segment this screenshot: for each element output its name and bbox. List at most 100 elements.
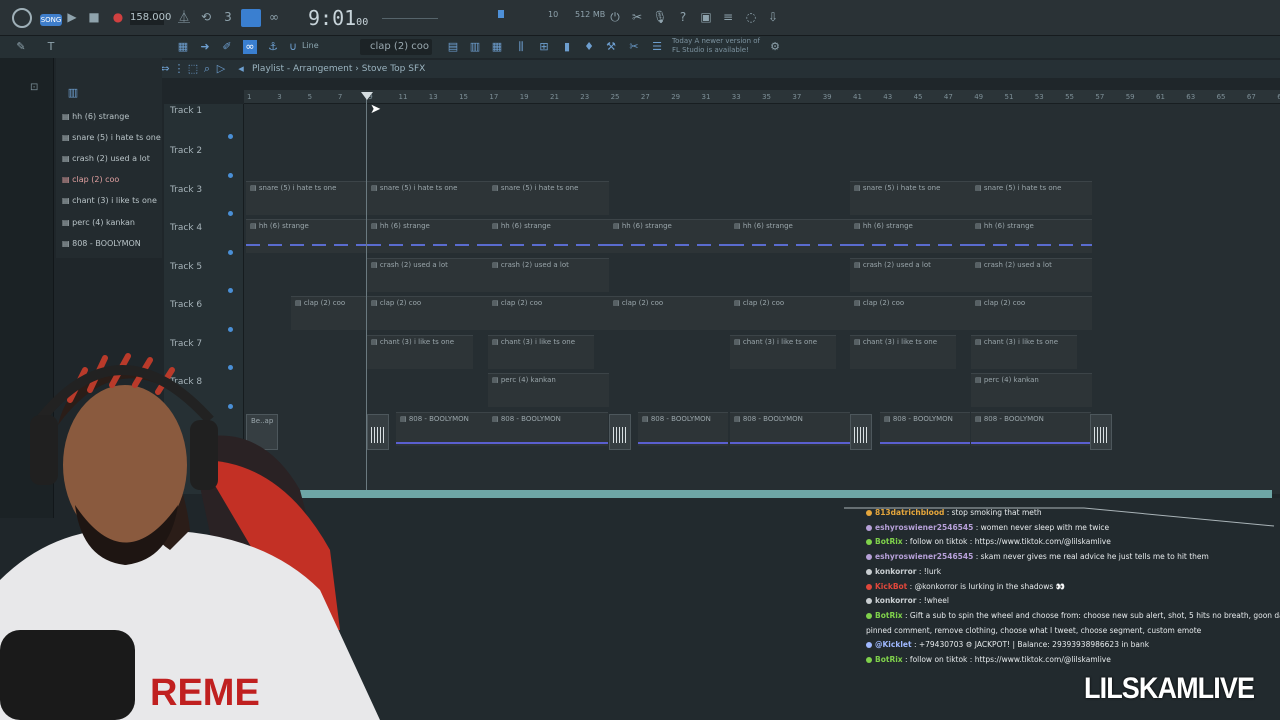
help-icon[interactable]: ?: [675, 9, 691, 25]
fl-logo-icon[interactable]: [12, 8, 32, 28]
track-name[interactable]: Track 2: [170, 146, 202, 156]
pattern-clip[interactable]: ▤ snare (5) i hate ts one: [850, 180, 971, 215]
timeline-ruler[interactable]: 1 3 5 7 9 11 13 15 17 19 21 23 25 27 29 31 33 35 37 39 41 43 4…: [244, 90, 1280, 104]
pattern-clip[interactable]: ▤ clap (2) coo: [850, 296, 971, 330]
pattern-clip[interactable]: ▤ clap (2) coo: [488, 296, 609, 330]
track-name[interactable]: Track 6: [170, 300, 202, 310]
track-mute-indicator[interactable]: [228, 288, 233, 293]
track-mute-indicator[interactable]: [228, 172, 233, 178]
track-mute-indicator[interactable]: [228, 249, 233, 255]
pattern-clip[interactable]: ▤ crash (2) used a lot: [971, 257, 1092, 292]
pattern-clip[interactable]: ▤ snare (5) i hate ts one: [246, 180, 367, 215]
audio-clip[interactable]: [850, 414, 872, 450]
pattern-clip[interactable]: ▤ clap (2) coo: [971, 296, 1092, 330]
pattern-clip[interactable]: ▤ 808 - BOOLYMON: [396, 411, 488, 446]
pattern-clip[interactable]: ▤ hh (6) strange: [488, 219, 609, 253]
step-edit-icon[interactable]: 3: [220, 9, 236, 25]
menu-icon[interactable]: ☰: [650, 40, 664, 54]
playlist-icon[interactable]: ▤: [446, 40, 460, 54]
pattern-clip[interactable]: ▤ perc (4) kankan: [971, 373, 1092, 407]
track-name[interactable]: Track 4: [170, 223, 202, 233]
update-notice[interactable]: Today A newer version of FL Studio is ava…: [672, 37, 760, 55]
save-icon[interactable]: ▣: [698, 9, 714, 25]
track-name[interactable]: Track 5: [170, 262, 202, 272]
record-icon[interactable]: ●: [110, 9, 126, 25]
picker-item[interactable]: ▤ hh (6) strange: [62, 112, 158, 121]
cut-icon[interactable]: ✂: [629, 9, 645, 25]
picker-item[interactable]: ▤ 808 - BOOLYMON: [62, 239, 158, 248]
playback-tool-icon[interactable]: ▷: [214, 62, 228, 76]
track-name[interactable]: Track 1: [170, 106, 202, 116]
snap-label[interactable]: Line: [302, 41, 319, 50]
stamp-icon[interactable]: ⚓: [266, 40, 280, 54]
pattern-clip[interactable]: ▤ clap (2) coo: [609, 296, 730, 330]
browser-options-icon[interactable]: ⊡: [30, 82, 38, 93]
power-icon[interactable]: ⏻: [607, 9, 623, 25]
pattern-clip[interactable]: ▤ hh (6) strange: [609, 219, 730, 253]
picker-item-selected[interactable]: ▤ clap (2) coo: [62, 175, 158, 184]
play-icon[interactable]: ▶: [64, 9, 80, 25]
microphone-icon[interactable]: 🎙: [652, 9, 668, 25]
pattern-clip[interactable]: ▤ hh (6) strange: [730, 219, 851, 253]
pattern-clip[interactable]: ▤ 808 - BOOLYMON: [971, 411, 1091, 446]
pen-icon[interactable]: ✎: [14, 40, 28, 54]
pattern-clip[interactable]: ▤ 808 - BOOLYMON: [488, 411, 608, 446]
pattern-clip[interactable]: ▤ snare (5) i hate ts one: [971, 180, 1092, 215]
pattern-clip[interactable]: ▤ 808 - BOOLYMON: [730, 411, 850, 446]
magnet-icon[interactable]: ∪: [286, 40, 300, 54]
select-tool-icon[interactable]: ⬚: [186, 62, 200, 76]
pattern-clip[interactable]: ▤ clap (2) coo: [291, 296, 367, 330]
automation-clip-bar[interactable]: [300, 490, 1272, 498]
stop-icon[interactable]: ■: [86, 9, 102, 25]
mixer-faders-icon[interactable]: ⫼: [514, 40, 528, 54]
pattern-clip[interactable]: ▤ hh (6) strange: [971, 219, 1092, 253]
pattern-selector[interactable]: clap (2) coo: [360, 39, 432, 55]
audio-clip[interactable]: [609, 414, 631, 450]
picker-item[interactable]: ▤ snare (5) i hate ts one: [62, 133, 161, 142]
track-name[interactable]: Track 3: [170, 185, 202, 195]
pattern-clip[interactable]: ▤ chant (3) i like ts one: [488, 334, 594, 369]
mixer-icon[interactable]: ≡: [720, 9, 736, 25]
playhead-marker[interactable]: [361, 92, 373, 100]
link-icon[interactable]: ∞: [243, 40, 257, 54]
channel-rack-icon[interactable]: ▦: [490, 40, 504, 54]
master-volume-slider[interactable]: [382, 18, 438, 19]
pattern-clip[interactable]: ▤ snare (5) i hate ts one: [367, 180, 488, 215]
settings-icon[interactable]: ⚙: [768, 40, 782, 54]
track-mute-indicator[interactable]: [228, 134, 233, 139]
zoom-tool-icon[interactable]: ⌕: [200, 62, 214, 76]
download-icon[interactable]: ⇩: [765, 9, 781, 25]
pattern-clip[interactable]: ▤ hh (6) strange: [246, 219, 367, 253]
track-mute-indicator[interactable]: [228, 211, 233, 216]
typing-keyboard-toggle[interactable]: [241, 9, 261, 27]
draw-icon[interactable]: ✐: [220, 40, 234, 54]
pattern-clip[interactable]: ▤ chant (3) i like ts one: [850, 334, 956, 369]
pattern-clip[interactable]: ▤ hh (6) strange: [367, 219, 488, 253]
audio-clip[interactable]: [1090, 414, 1112, 450]
picker-item[interactable]: ▤ crash (2) used a lot: [62, 154, 158, 163]
pattern-clip[interactable]: ▤ snare (5) i hate ts one: [488, 180, 609, 215]
metronome-icon[interactable]: ⏅: [176, 9, 192, 25]
pattern-clip[interactable]: ▤ chant (3) i like ts one: [971, 334, 1077, 369]
arrangement-arrow-icon[interactable]: ◂: [234, 62, 248, 76]
playlist-title[interactable]: Playlist - Arrangement › Stove Top SFX: [252, 64, 425, 74]
picker-item[interactable]: ▤ perc (4) kankan: [62, 218, 158, 227]
browser-icon[interactable]: ⊞: [537, 40, 551, 54]
tempo-display[interactable]: 158.000: [130, 11, 171, 25]
picker-piano-icon[interactable]: ▥: [66, 86, 80, 100]
loop-record-icon[interactable]: ⟲: [198, 9, 214, 25]
scissors-icon[interactable]: ✂: [627, 40, 641, 54]
pattern-clip[interactable]: ▤ hh (6) strange: [850, 219, 971, 253]
plugin-icon[interactable]: ▮: [560, 40, 574, 54]
pattern-clip[interactable]: ▤ clap (2) coo: [730, 296, 851, 330]
slice-tool-icon[interactable]: ⋮: [172, 62, 186, 76]
text-cursor-icon[interactable]: T: [44, 40, 58, 54]
countdown-icon[interactable]: ∞: [266, 9, 282, 25]
piano-roll-icon[interactable]: ▥: [468, 40, 482, 54]
pattern-clip[interactable]: ▤ 808 - BOOLYMON: [638, 411, 728, 446]
tools-icon[interactable]: ⚒: [604, 40, 618, 54]
playlist-current-arrangement[interactable]: Stove Top SFX: [362, 64, 426, 74]
touch-icon[interactable]: ♦: [582, 40, 596, 54]
song-mode-toggle[interactable]: SONG: [40, 14, 62, 26]
piano-icon[interactable]: ▦: [176, 40, 190, 54]
